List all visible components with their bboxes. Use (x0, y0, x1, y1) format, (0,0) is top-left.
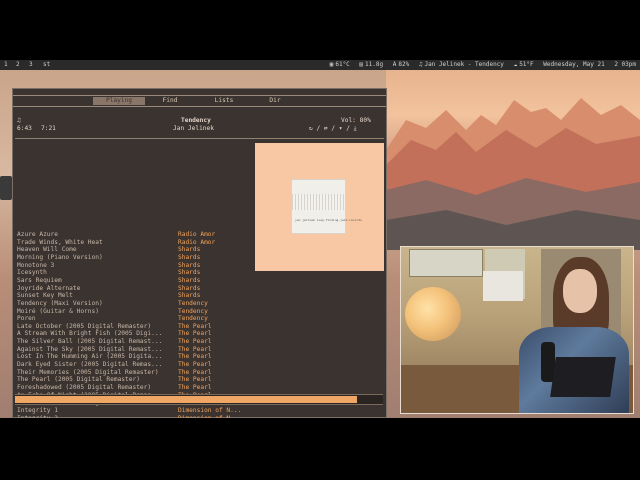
now-playing-status: Jan Jelinek - Tendency (424, 61, 504, 68)
progress-bar[interactable] (15, 394, 383, 405)
time: 2 03pm (614, 61, 636, 68)
current-track-title: Tendency (181, 117, 211, 124)
workspace-2[interactable]: 2 (16, 60, 20, 70)
volume-level[interactable]: Vol: 80% (341, 117, 371, 124)
globe-lamp-image (405, 287, 461, 341)
progress-fill (15, 396, 358, 403)
workspace-1[interactable]: 1 (4, 60, 8, 70)
memory-icon: ▤ (359, 61, 364, 68)
person-image (501, 257, 629, 413)
memory-usage: 11.8g (365, 61, 384, 68)
music-note-icon: ♫ (17, 117, 21, 124)
album-art-panel: jan jelinek loop-finding-jazz-records (255, 143, 384, 271)
track-duration: 7:21 (41, 125, 56, 132)
album-cover: jan jelinek loop-finding-jazz-records (292, 180, 362, 233)
window-image (409, 249, 483, 277)
workspace-st[interactable]: st (43, 60, 50, 70)
playback-controls[interactable]: ↻ / ⇄ / ▾ / ⤓ (309, 125, 356, 133)
workspace-3[interactable]: 3 (29, 60, 33, 70)
cover-text: jan jelinek loop-finding-jazz-records (295, 218, 362, 222)
now-playing-header: ♫ 6:43 7:21 Tendency Jan Jelinek Vol: 80… (13, 117, 386, 139)
mountain-wallpaper (386, 70, 640, 250)
tab-lists[interactable]: Lists (209, 97, 239, 105)
brightness-level: 82% (398, 61, 410, 68)
music-note-icon: ♫ (418, 61, 423, 68)
brightness-icon: A (392, 61, 397, 68)
webcam-feed (400, 246, 634, 414)
tab-playing[interactable]: Playing (93, 97, 145, 105)
cover-pattern (292, 194, 345, 210)
tab-find[interactable]: Find (153, 97, 187, 105)
status-bar: 1 2 3 st ▣ 61°C ▤ 11.8g A 82% ♫ Jan Jelinek … (0, 60, 640, 70)
desktop-launcher-icon[interactable] (0, 176, 12, 200)
current-artist: Jan Jelinek (173, 125, 214, 132)
mountain-range-image (386, 98, 640, 250)
letterbox-bottom (0, 418, 640, 480)
tab-dir[interactable]: Dir (265, 97, 285, 105)
weather-icon: ☁ (513, 61, 518, 68)
temp-icon: ▣ (329, 61, 334, 68)
cpu-temp: 61°C (335, 61, 350, 68)
elapsed-time: 6:43 (17, 125, 32, 132)
player-tabs: Playing Find Lists Dir (13, 95, 386, 107)
date: Wednesday, May 21 (543, 61, 605, 68)
header-divider (15, 138, 384, 139)
weather-temp: 51°F (519, 61, 534, 68)
music-player-window: Playing Find Lists Dir ♫ 6:43 7:21 Tende… (12, 88, 387, 475)
